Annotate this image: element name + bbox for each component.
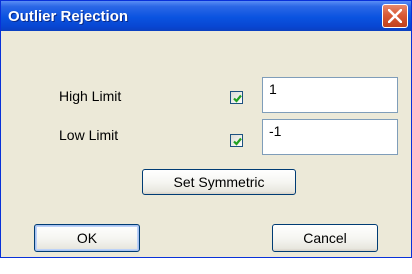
close-x-icon (388, 9, 402, 23)
check-mark-icon (233, 94, 242, 103)
outlier-rejection-dialog: Outlier Rejection High Limit 1 Low Limit… (0, 0, 412, 258)
dialog-body: High Limit 1 Low Limit -1 Set Symmetric … (4, 31, 408, 255)
high-limit-input[interactable]: 1 (262, 77, 398, 113)
ok-button[interactable]: OK (34, 224, 140, 252)
window-title: Outlier Rejection (8, 8, 129, 25)
title-bar[interactable]: Outlier Rejection (1, 1, 411, 31)
check-mark-icon (233, 137, 242, 146)
low-limit-checkbox[interactable] (230, 134, 243, 147)
high-limit-label: High Limit (59, 88, 122, 104)
high-limit-checkbox[interactable] (230, 91, 243, 104)
set-symmetric-button[interactable]: Set Symmetric (142, 169, 296, 195)
cancel-button[interactable]: Cancel (272, 224, 378, 252)
low-limit-input[interactable]: -1 (262, 119, 398, 155)
close-button[interactable] (382, 4, 408, 28)
low-limit-label: Low Limit (59, 127, 119, 143)
